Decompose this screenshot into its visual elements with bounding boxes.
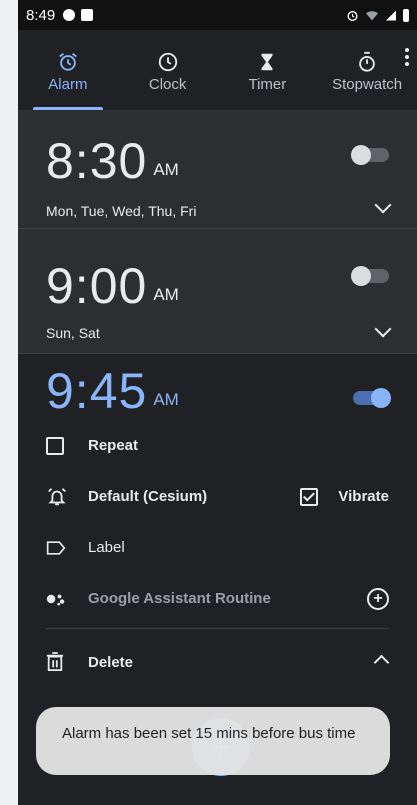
chevron-up-icon[interactable] [373, 654, 390, 671]
tab-label: Timer [248, 75, 287, 93]
alarm-bell-icon [48, 487, 66, 505]
overflow-menu-icon[interactable] [405, 48, 411, 66]
alarm-ampm: AM [153, 160, 179, 179]
tab-label: Stopwatch [332, 75, 403, 93]
tab-alarm[interactable]: Alarm [18, 30, 118, 110]
clock-icon [158, 52, 177, 71]
ringtone-label: Default (Cesium) [88, 488, 208, 505]
ringtone-option[interactable]: Default (Cesium) Vibrate [46, 471, 389, 522]
alarm-ampm: AM [153, 390, 179, 409]
hourglass-icon [261, 53, 273, 70]
tab-timer[interactable]: Timer [218, 30, 318, 110]
expanded-alarm: 9:45 AM Repeat Default (Cesium) Vibrate … [18, 354, 417, 691]
battery-icon [403, 8, 409, 22]
status-time: 8:49 [26, 6, 56, 24]
alarm-time[interactable]: 9:00 [46, 257, 147, 315]
signal-icon [386, 10, 396, 20]
alarm-list: 8:30 AM Mon, Tue, Wed, Thu, Fri 9:00 AM … [18, 110, 417, 354]
tab-clock[interactable]: Clock [118, 30, 218, 110]
delete-label: Delete [88, 653, 134, 671]
vibrate-option[interactable]: Vibrate [300, 487, 389, 506]
assistant-routine-option[interactable]: Google Assistant Routine + [46, 573, 389, 624]
assistant-label: Google Assistant Routine [88, 590, 271, 607]
alarm-icon [59, 52, 77, 71]
delete-option[interactable]: Delete [46, 633, 390, 691]
tab-label: Clock [148, 75, 187, 93]
alarm-toggle[interactable] [351, 266, 389, 286]
alarm-time[interactable]: 9:45 [46, 362, 147, 420]
trash-icon [46, 652, 64, 671]
tab-label: Alarm [48, 75, 88, 93]
label-icon [46, 540, 66, 555]
sd-card-icon [81, 9, 94, 21]
vibrate-label: Vibrate [338, 488, 389, 505]
alarm-item[interactable]: 9:00 AM Sun, Sat [18, 229, 417, 354]
add-routine-icon[interactable]: + [367, 587, 389, 610]
label-text: Label [88, 539, 125, 556]
tab-bar: Alarm Clock Timer Stopwatch [18, 30, 417, 110]
alarm-toggle[interactable] [353, 388, 391, 408]
alarm-status-icon [347, 10, 358, 21]
label-option[interactable]: Label [46, 522, 389, 573]
alarm-time[interactable]: 8:30 [46, 132, 147, 190]
divider [46, 628, 389, 629]
alarm-toggle[interactable] [351, 145, 389, 165]
alarm-days: Mon, Tue, Wed, Thu, Fri [46, 203, 197, 219]
repeat-checkbox[interactable] [46, 436, 64, 455]
alarm-days: Sun, Sat [46, 325, 100, 341]
repeat-label: Repeat [88, 437, 139, 454]
wifi-icon [366, 10, 378, 20]
toast-message: Alarm has been set 15 mins before bus ti… [36, 707, 390, 775]
alarm-item[interactable]: 8:30 AM Mon, Tue, Wed, Thu, Fri [18, 110, 417, 229]
google-assistant-icon [46, 594, 65, 605]
vibrate-checkbox[interactable] [300, 487, 319, 506]
repeat-option[interactable]: Repeat [46, 420, 389, 471]
phone-screen: 8:49 Alarm Clock Timer Stopwatch 8:30 AM… [18, 0, 417, 805]
tab-stopwatch[interactable]: Stopwatch [317, 30, 417, 110]
status-bar: 8:49 [18, 0, 417, 30]
notification-icon [63, 9, 76, 21]
stopwatch-icon [359, 51, 375, 72]
alarm-ampm: AM [153, 285, 179, 304]
